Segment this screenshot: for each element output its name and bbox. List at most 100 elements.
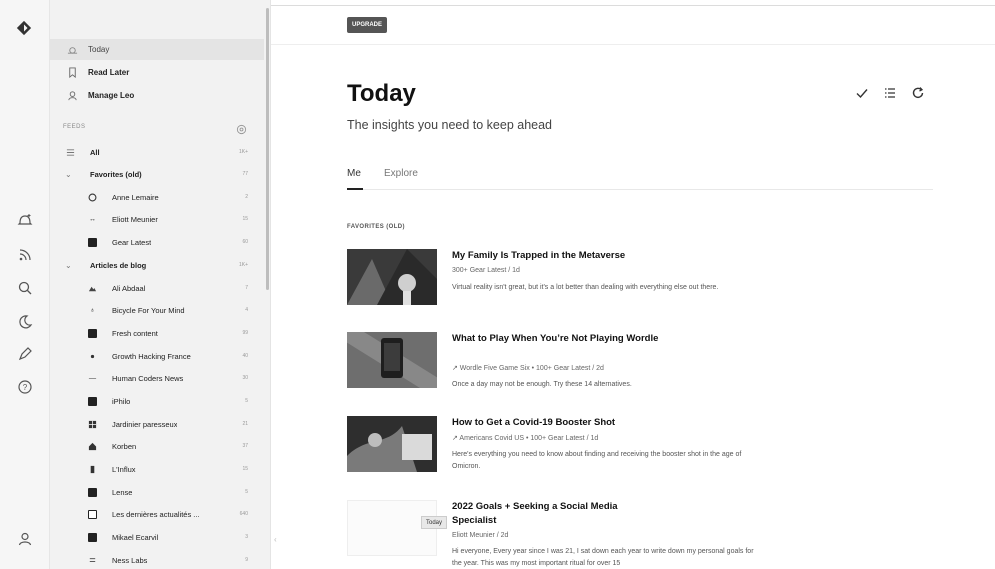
feed-count: 640 — [239, 511, 248, 517]
feed-item-mikael-ecarvil[interactable]: Mikael Ecarvil 3 — [50, 526, 264, 548]
search-icon[interactable] — [17, 280, 33, 296]
feed-item-korben[interactable]: Korben 37 — [50, 435, 264, 457]
moon-icon[interactable] — [17, 314, 33, 330]
feed-label: Articles de blog — [90, 260, 147, 270]
feed-item-fresh-content[interactable]: Fresh content 99 — [50, 322, 264, 344]
feed-label: L'Influx — [112, 464, 136, 474]
article-title[interactable]: What to Play When You’re Not Playing Wor… — [452, 332, 662, 346]
feed-item-growth-hacking-france[interactable]: Growth Hacking France 40 — [50, 345, 264, 367]
page-subtitle: The insights you need to keep ahead — [347, 118, 553, 132]
article-description: Here's everything you need to know about… — [452, 451, 742, 470]
bar-icon — [87, 464, 98, 475]
tabs-divider — [347, 189, 933, 190]
feed-count: 1K+ — [238, 262, 248, 268]
feed-label: Mikael Ecarvil — [112, 532, 159, 542]
article-title[interactable]: 2022 Goals + Seeking a Social Media Spec… — [452, 500, 662, 528]
svg-text:?: ? — [23, 383, 28, 392]
feed-label: Les dernières actualités ... — [112, 509, 200, 519]
feed-group-articles-de-blog[interactable]: ⌄ Articles de blog 1K+ — [50, 254, 264, 276]
sidebar-item-manage-leo[interactable]: Manage Leo — [50, 85, 264, 106]
add-feed-icon[interactable] — [17, 212, 33, 228]
article-card[interactable]: How to Get a Covid-19 Booster Shot ↗ Ame… — [347, 416, 947, 476]
feed-item-les-dernieres-actualites[interactable]: Les dernières actualités ... 640 — [50, 503, 264, 525]
article-card[interactable]: My Family Is Trapped in the Metaverse 30… — [347, 249, 947, 309]
feed-label: Growth Hacking France — [112, 351, 191, 361]
chevron-down-icon[interactable]: ⌄ — [65, 170, 73, 179]
feed-item-human-coders-news[interactable]: Human Coders News 30 — [50, 367, 264, 389]
sidebar-scrollbar[interactable] — [266, 8, 269, 290]
bookmark-icon — [66, 67, 78, 79]
tab-active-indicator — [347, 188, 363, 190]
article-title[interactable]: My Family Is Trapped in the Metaverse — [452, 249, 662, 263]
square-icon — [87, 532, 98, 543]
sidebar: Today Read Later Manage Leo FEEDS All 1K… — [50, 0, 271, 569]
upgrade-button[interactable]: UPGRADE — [347, 17, 388, 33]
tab-explore[interactable]: Explore — [384, 168, 418, 179]
feed-count: 7 — [245, 285, 248, 291]
pen-icon[interactable] — [17, 346, 33, 362]
sidebar-item-read-later[interactable]: Read Later — [50, 62, 264, 83]
grid-icon — [87, 419, 98, 430]
article-meta: Eliott Meunier / 2d — [452, 532, 509, 539]
house-icon — [87, 441, 98, 452]
article-card[interactable]: What to Play When You’re Not Playing Wor… — [347, 332, 947, 392]
account-icon[interactable] — [17, 531, 33, 547]
rss-icon[interactable] — [17, 247, 33, 263]
feed-group-favorites[interactable]: ⌄ Favorites (old) 77 — [50, 163, 264, 185]
circle-icon — [87, 192, 98, 203]
tab-me[interactable]: Me — [347, 168, 361, 179]
section-title: FAVORITES (OLD) — [347, 224, 405, 230]
article-title[interactable]: How to Get a Covid-19 Booster Shot — [452, 416, 662, 430]
feed-item-lense[interactable]: Lense 5 — [50, 481, 264, 503]
article-description: Virtual reality isn't great, but it's a … — [452, 284, 719, 291]
list-view-icon[interactable] — [883, 86, 897, 100]
feed-count: 3 — [245, 534, 248, 540]
logo-icon[interactable] — [16, 20, 34, 38]
feed-count: 30 — [242, 375, 248, 381]
feed-label: Korben — [112, 441, 137, 451]
feed-item-ness-labs[interactable]: Ness Labs 9 — [50, 549, 264, 569]
article-card[interactable]: 2022 Goals + Seeking a Social Media Spec… — [347, 500, 947, 569]
square-icon — [87, 237, 98, 248]
feed-label: Favorites (old) — [90, 169, 142, 179]
feed-all[interactable]: All 1K+ — [50, 141, 264, 163]
feed-label: iPhilo — [112, 396, 131, 406]
list-icon — [65, 147, 76, 158]
feed-item-jardinier-paresseux[interactable]: Jardinier paresseux 21 — [50, 413, 264, 435]
feed-item-eliott-meunier[interactable]: ↔ Eliott Meunier 15 — [50, 208, 264, 230]
chevron-down-icon[interactable]: ⌄ — [65, 261, 73, 270]
article-meta: ↗ Americans Covid US • 100+ Gear Latest … — [452, 435, 599, 442]
feed-item-linflux[interactable]: L'Influx 15 — [50, 458, 264, 480]
dot-icon — [87, 351, 98, 362]
feed-item-anne-lemaire[interactable]: Anne Lemaire 2 — [50, 186, 264, 208]
feed-item-bicycle-for-your-mind[interactable]: ♁ Bicycle For Your Mind 4 — [50, 299, 264, 321]
article-meta: ↗ Wordle Five Game Six • 100+ Gear Lates… — [452, 365, 604, 372]
feed-count: 21 — [242, 421, 248, 427]
page-title: Today — [347, 80, 416, 107]
leo-icon — [66, 90, 78, 102]
feed-label: Fresh content — [112, 328, 158, 338]
feed-label: Ness Labs — [112, 555, 148, 565]
feed-label: Eliott Meunier — [112, 214, 158, 224]
article-thumbnail[interactable] — [347, 249, 437, 305]
tooltip: Today — [421, 516, 448, 529]
feed-count: 5 — [245, 489, 248, 495]
article-thumbnail[interactable] — [347, 416, 437, 472]
feed-count: 37 — [242, 443, 248, 449]
feed-item-gear-latest[interactable]: Gear Latest 60 — [50, 231, 264, 253]
help-icon[interactable]: ? — [17, 379, 33, 395]
feed-item-iphilo[interactable]: iPhilo 5 — [50, 390, 264, 412]
feeds-header: FEEDS — [63, 124, 86, 130]
article-thumbnail[interactable] — [347, 332, 437, 388]
sidebar-item-today[interactable]: Today — [50, 39, 264, 60]
feed-count: 15 — [242, 466, 248, 472]
feed-item-ali-abdaal[interactable]: Ali Abdaal 7 — [50, 277, 264, 299]
feed-count: 2 — [245, 194, 248, 200]
feed-count: 15 — [242, 216, 248, 222]
check-icon[interactable] — [855, 86, 869, 100]
gear-icon[interactable] — [236, 122, 247, 135]
refresh-icon[interactable] — [911, 86, 925, 100]
bicycle-icon: ♁ — [89, 306, 96, 314]
feed-label: Ali Abdaal — [112, 283, 146, 293]
dash-icon — [87, 373, 98, 384]
